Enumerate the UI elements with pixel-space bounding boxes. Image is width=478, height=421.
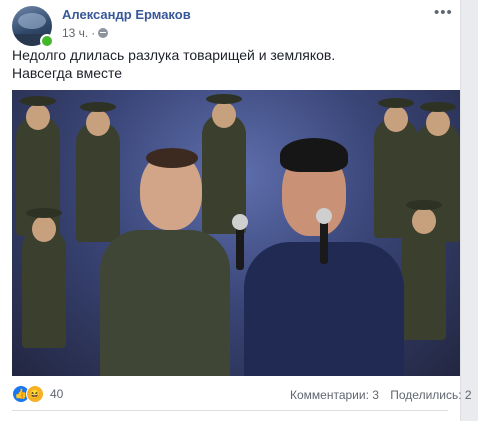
photo-choir-figure	[22, 208, 66, 348]
comments-count-link[interactable]: Комментарии: 3	[290, 388, 379, 402]
meta-separator: ·	[91, 26, 96, 40]
shares-count-link[interactable]: Поделились: 2	[390, 388, 471, 402]
photo-choir-figure	[76, 102, 120, 242]
photo-choir-figure	[402, 200, 446, 340]
post-time[interactable]: 13 ч.	[62, 26, 88, 40]
microphone-icon	[316, 208, 332, 264]
haha-reaction-icon: 😆	[26, 385, 44, 403]
post-text-line-1: Недолго длилась разлука товарищей и земл…	[12, 47, 336, 63]
divider	[12, 410, 448, 411]
more-icon[interactable]: •••	[434, 4, 453, 21]
author-name[interactable]: Александр Ермаков	[62, 7, 191, 22]
microphone-icon	[232, 214, 248, 270]
avatar-sky	[18, 13, 46, 29]
reactions-summary[interactable]: 👍 😆 40	[12, 385, 63, 403]
post-card: Александр Ермаков 13 ч. · ••• Недолго дл…	[0, 0, 472, 421]
post-stats: Комментарии: 3 Поделились: 2	[290, 388, 478, 402]
post-meta: 13 ч. ·	[62, 26, 109, 40]
photo-person-left-hair	[146, 148, 198, 168]
photo-person-right-hair	[280, 138, 348, 172]
globe-icon[interactable]	[98, 28, 109, 38]
photo-person-left-body	[100, 230, 230, 376]
post-text: Недолго длилась разлука товарищей и земл…	[12, 46, 452, 82]
post-photo[interactable]	[12, 90, 460, 376]
reactions-count[interactable]: 40	[50, 387, 63, 401]
post-text-line-2: Навсегда вместе	[12, 65, 123, 81]
